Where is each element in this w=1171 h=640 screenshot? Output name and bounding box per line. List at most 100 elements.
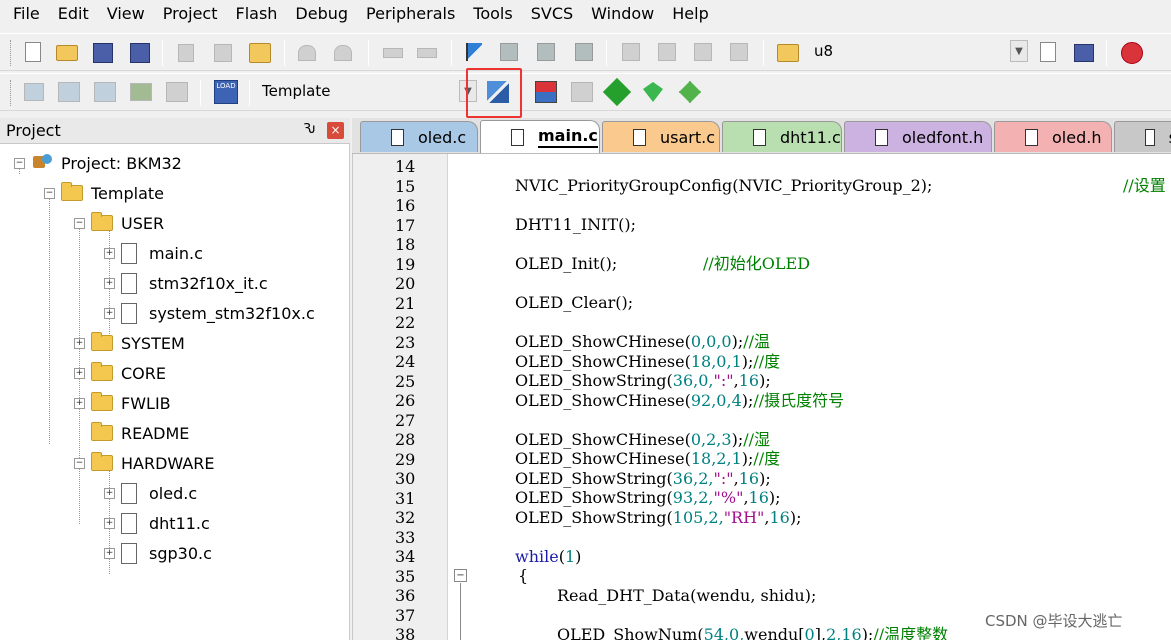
tab-oled-h[interactable]: oled.h xyxy=(994,121,1112,152)
menu-help[interactable]: Help xyxy=(663,0,717,28)
tree-file[interactable]: + main.c xyxy=(104,241,203,265)
menu-svcs[interactable]: SVCS xyxy=(522,0,582,28)
cut-icon[interactable] xyxy=(178,44,194,62)
expand-icon[interactable]: + xyxy=(104,487,115,499)
chevron-down-icon[interactable]: ▼ xyxy=(1010,40,1028,62)
code-line-23[interactable]: OLED_ShowCHinese(0,0,0);//温 xyxy=(515,332,770,352)
expand-icon[interactable]: + xyxy=(104,307,115,319)
menu-file[interactable]: File xyxy=(4,0,49,28)
debug-session-icon[interactable] xyxy=(1121,42,1143,64)
open-folder-icon[interactable] xyxy=(56,45,78,61)
expand-icon[interactable]: + xyxy=(74,337,85,349)
fold-collapse-icon[interactable]: − xyxy=(454,569,467,582)
tree-target[interactable]: − Template xyxy=(44,181,164,205)
indent-icon[interactable] xyxy=(622,43,640,61)
manage-rte-icon[interactable] xyxy=(602,77,632,107)
download-icon[interactable]: LOAD xyxy=(214,80,238,104)
batch-build-icon[interactable] xyxy=(130,83,152,101)
stop-build-icon[interactable] xyxy=(166,82,188,102)
incremental-find-icon[interactable] xyxy=(1074,44,1094,62)
tree-group-readme[interactable]: README xyxy=(91,421,189,445)
code-line-26[interactable]: OLED_ShowCHinese(92,0,4);//摄氏度符号 xyxy=(515,391,844,411)
menu-flash[interactable]: Flash xyxy=(226,0,286,28)
redo-icon[interactable] xyxy=(334,45,352,61)
menu-project[interactable]: Project xyxy=(154,0,227,28)
toolbar-grip[interactable] xyxy=(10,80,13,106)
code-editor[interactable]: 14 15 16 17 18 19 20 21 22 23 24 25 26 27 28 29 30 31 32 33… xyxy=(352,154,1171,640)
collapse-icon[interactable]: − xyxy=(14,157,25,169)
rebuild-icon[interactable] xyxy=(94,82,116,102)
code-line-38[interactable]: OLED_ShowNum(54,0,wendu[0],2,16);//温度整数 xyxy=(557,625,948,640)
tree-file[interactable]: + dht11.c xyxy=(104,511,210,535)
menu-view[interactable]: View xyxy=(98,0,154,28)
expand-icon[interactable]: + xyxy=(104,247,115,259)
tree-group-user[interactable]: − USER xyxy=(74,211,164,235)
code-line-32[interactable]: OLED_ShowString(105,2,"RH",16); xyxy=(515,508,802,528)
menu-window[interactable]: Window xyxy=(582,0,663,28)
code-line-36[interactable]: Read_DHT_Data(wendu, shidu); xyxy=(557,586,816,606)
undo-icon[interactable] xyxy=(298,45,316,61)
code-line-34[interactable]: while(1) xyxy=(515,547,581,567)
tree-file[interactable]: + stm32f10x_it.c xyxy=(104,271,268,295)
tree-project-root[interactable]: − Project: BKM32 xyxy=(14,151,182,175)
new-file-icon[interactable] xyxy=(25,42,41,62)
bookmark-icon[interactable] xyxy=(466,43,482,61)
navigate-forward-icon[interactable] xyxy=(417,48,437,58)
code-line-15[interactable]: NVIC_PriorityGroupConfig(NVIC_PriorityGr… xyxy=(515,176,1166,196)
find-combo[interactable]: ▼ xyxy=(806,40,1028,64)
tab-main-c[interactable]: main.c xyxy=(480,120,600,153)
manage-project-items-icon[interactable] xyxy=(535,81,557,103)
tree-file[interactable]: + oled.c xyxy=(104,481,197,505)
navigate-back-icon[interactable] xyxy=(383,48,403,58)
tree-group-fwlib[interactable]: + FWLIB xyxy=(74,391,171,415)
menu-edit[interactable]: Edit xyxy=(49,0,98,28)
expand-icon[interactable]: + xyxy=(104,277,115,289)
tab-oled-c[interactable]: oled.c xyxy=(360,121,478,152)
select-packs-icon[interactable] xyxy=(571,82,593,102)
code-line-19[interactable]: OLED_Init();//初始化OLED xyxy=(515,254,810,274)
tree-file[interactable]: + system_stm32f10x.c xyxy=(104,301,315,325)
target-select[interactable]: ▼ xyxy=(255,80,477,104)
pack-installer-icon[interactable] xyxy=(643,82,663,102)
code-line-31[interactable]: OLED_ShowString(93,2,"%",16); xyxy=(515,488,781,508)
code-line-35[interactable]: { xyxy=(518,566,528,586)
copy-icon[interactable] xyxy=(214,44,232,62)
expand-icon[interactable]: + xyxy=(104,517,115,529)
tree-group-system[interactable]: + SYSTEM xyxy=(74,331,185,355)
prev-bookmark-icon[interactable] xyxy=(500,43,518,61)
save-icon[interactable] xyxy=(93,43,113,63)
next-bookmark-icon[interactable] xyxy=(537,43,555,61)
tab-dht11-c[interactable]: dht11.c xyxy=(722,121,842,152)
pin-icon[interactable]: Ԅ xyxy=(303,122,316,137)
code-line-30[interactable]: OLED_ShowString(36,2,":",16); xyxy=(515,469,771,489)
build-icon[interactable] xyxy=(58,82,80,102)
code-line-24[interactable]: OLED_ShowCHinese(18,0,1);//度 xyxy=(515,352,780,372)
expand-icon[interactable]: + xyxy=(74,397,85,409)
save-all-icon[interactable] xyxy=(130,43,150,63)
close-icon[interactable]: × xyxy=(327,122,344,139)
code-line-21[interactable]: OLED_Clear(); xyxy=(515,293,633,313)
collapse-icon[interactable]: − xyxy=(74,217,85,229)
menu-peripherals[interactable]: Peripherals xyxy=(357,0,464,28)
multi-project-icon[interactable] xyxy=(679,81,701,103)
collapse-icon[interactable]: − xyxy=(74,457,85,469)
expand-icon[interactable]: + xyxy=(74,367,85,379)
expand-icon[interactable]: + xyxy=(104,547,115,559)
code-line-28[interactable]: OLED_ShowCHinese(0,2,3);//湿 xyxy=(515,430,770,450)
collapse-icon[interactable]: − xyxy=(44,187,55,199)
tab-usart-c[interactable]: usart.c xyxy=(602,121,720,152)
code-line-17[interactable]: DHT11_INIT(); xyxy=(515,215,636,235)
tree-group-hardware[interactable]: − HARDWARE xyxy=(74,451,215,475)
toolbar-grip[interactable] xyxy=(10,40,13,66)
code-line-29[interactable]: OLED_ShowCHinese(18,2,1);//度 xyxy=(515,449,780,469)
uncomment-icon[interactable] xyxy=(730,43,748,61)
find-icon[interactable] xyxy=(1040,42,1056,62)
menu-tools[interactable]: Tools xyxy=(464,0,521,28)
menu-debug[interactable]: Debug xyxy=(286,0,357,28)
tab-oledfont-h[interactable]: oledfont.h xyxy=(844,121,992,152)
comment-icon[interactable] xyxy=(694,43,712,61)
tree-group-core[interactable]: + CORE xyxy=(74,361,166,385)
translate-icon[interactable] xyxy=(24,83,44,101)
code-line-25[interactable]: OLED_ShowString(36,0,":",16); xyxy=(515,371,771,391)
find-in-files-icon[interactable] xyxy=(777,44,799,62)
